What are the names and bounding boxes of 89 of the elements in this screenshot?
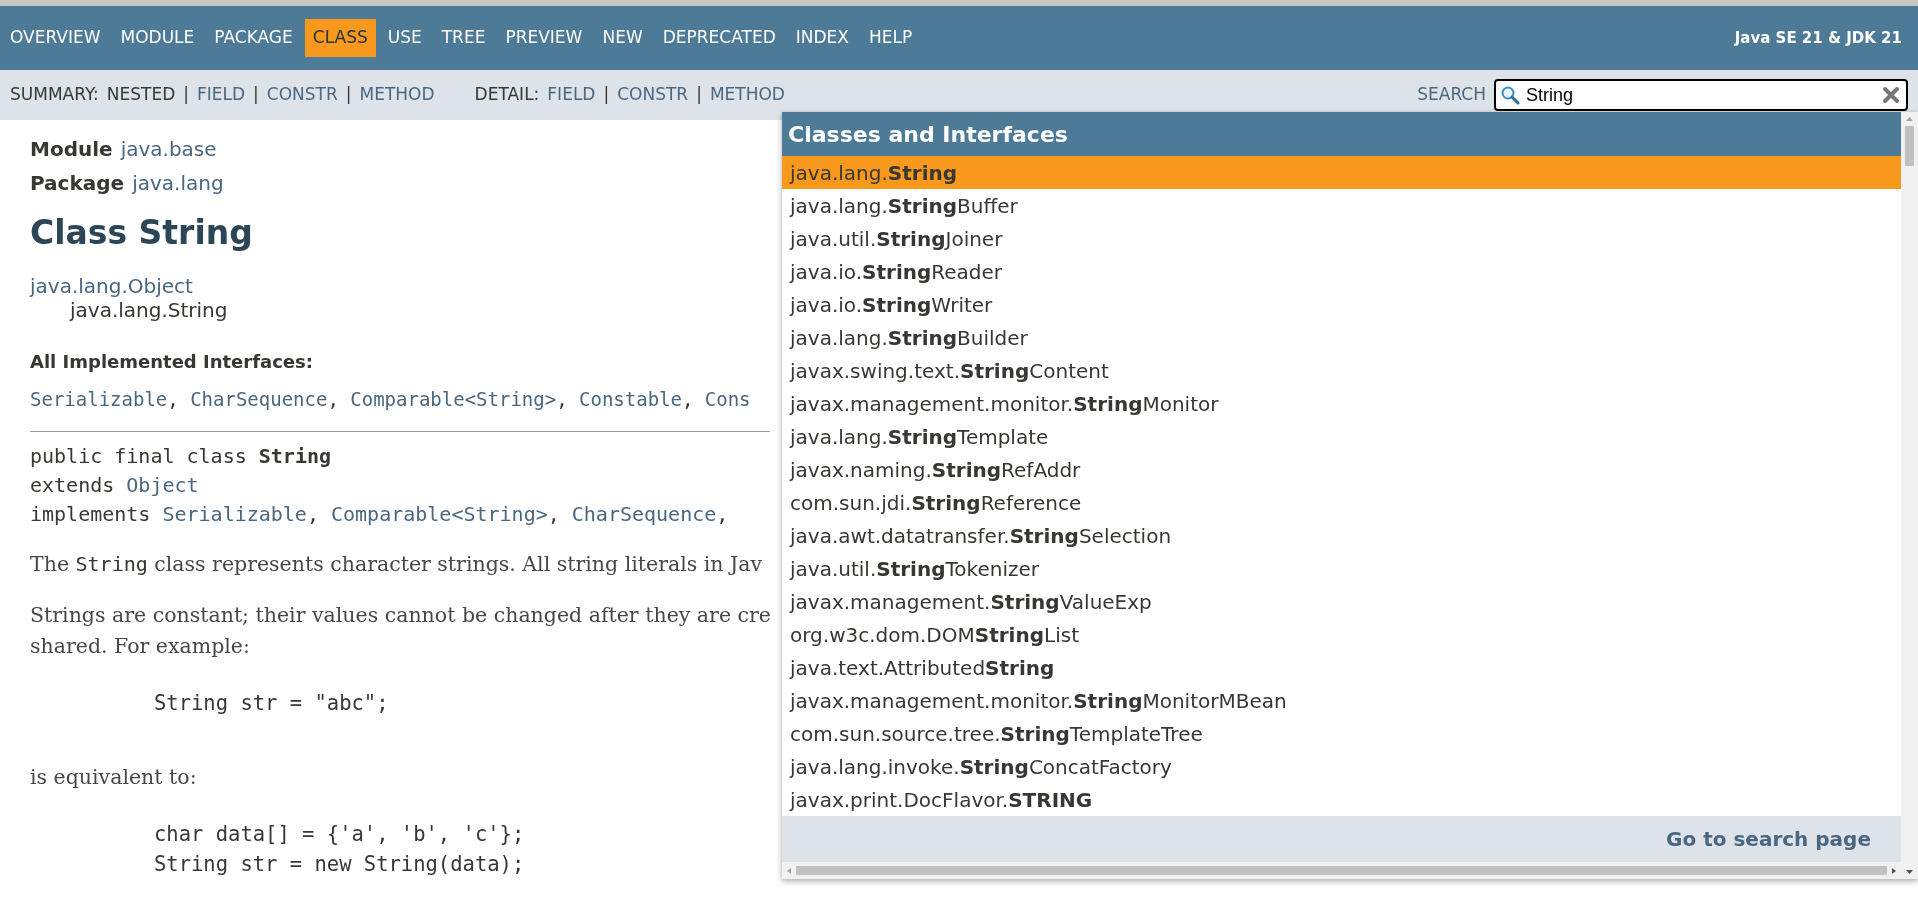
code-line: char data[] = {'a', 'b', 'c'}; (154, 821, 525, 848)
code-text: , (306, 501, 319, 528)
package-link[interactable]: java.lang (132, 168, 224, 198)
search-result[interactable]: java.io.StringWriter (782, 288, 1901, 321)
type-link[interactable]: Serializable (162, 500, 307, 529)
search-result[interactable]: java.lang.String (782, 156, 1901, 189)
search-page-link[interactable]: Go to search page (1666, 824, 1871, 854)
interfaces-heading: All Implemented Interfaces: (30, 349, 314, 374)
nav-link[interactable]: CONSTR (617, 82, 689, 108)
separator: | (603, 83, 610, 107)
nav-link[interactable]: FIELD (547, 82, 596, 108)
module-label: Module (30, 136, 113, 163)
search-result[interactable]: java.lang.StringBuffer (782, 189, 1901, 222)
nav-tab[interactable]: PACKAGE (206, 19, 301, 57)
nav-tab[interactable]: CLASS (304, 19, 376, 57)
search-result[interactable]: java.util.StringJoiner (782, 222, 1901, 255)
nav-link[interactable]: CONSTR (266, 82, 338, 108)
nav-tab[interactable]: NEW (594, 19, 651, 57)
code-line: String str = "abc"; (154, 690, 389, 717)
search-result[interactable]: java.lang.StringTemplate (782, 420, 1901, 453)
horizontal-scrollbar[interactable] (782, 862, 1901, 879)
search-result[interactable]: java.lang.invoke.StringConcatFactory (782, 750, 1901, 783)
nav-label: SUMMARY: (10, 83, 99, 107)
search-result[interactable]: javax.management.monitor.StringMonitorMBean (782, 684, 1901, 717)
search-result[interactable]: com.sun.jdi.StringReference (782, 486, 1901, 519)
search-result[interactable]: com.sun.source.tree.StringTemplateTree (782, 717, 1901, 750)
nav-tab[interactable]: INDEX (787, 19, 857, 57)
paragraph: Strings are constant; their values cannot be changed after they are cre shared. For example: (30, 602, 770, 660)
search-field[interactable]: String (1494, 79, 1908, 111)
nav-tab[interactable]: HELP (860, 19, 921, 57)
search-result[interactable]: java.io.StringReader (782, 255, 1901, 288)
code-text: extends (30, 472, 115, 499)
nav-tab[interactable]: TREE (433, 19, 494, 57)
paragraph: The String class represents character strings. All string literals in Jav (30, 551, 764, 578)
clear-button[interactable] (1882, 86, 1900, 104)
type-link[interactable]: Comparable<String> (330, 500, 548, 529)
nav-link[interactable]: METHOD (709, 82, 785, 108)
type-link[interactable]: Comparable<String> (350, 384, 557, 413)
scrollbar-thumb[interactable] (796, 866, 1887, 875)
code-text: public final class String (30, 443, 332, 470)
type-link[interactable]: Cons (704, 384, 751, 413)
nav-tab[interactable]: MODULE (112, 19, 203, 57)
class-title: Class String (30, 212, 254, 254)
search-result[interactable]: javax.naming.StringRefAddr (782, 453, 1901, 486)
module-link[interactable]: java.base (120, 134, 217, 164)
nav-label: DETAIL: (474, 83, 540, 107)
separator: | (183, 83, 189, 107)
separator: | (253, 83, 259, 107)
code-text: , (327, 386, 339, 412)
code-text: , (556, 386, 568, 412)
code-text: implements (30, 501, 151, 528)
type-link[interactable]: CharSequence (571, 500, 717, 529)
nav-tab[interactable]: OVERVIEW (2, 19, 109, 57)
code-text: , (716, 501, 729, 528)
separator: | (345, 83, 352, 107)
type-link[interactable]: Object (126, 471, 199, 500)
search-result[interactable]: java.awt.datatransfer.StringSelection (782, 519, 1901, 552)
search-icon (1500, 85, 1520, 105)
search-result[interactable]: java.util.StringTokenizer (782, 552, 1901, 585)
nav-tab[interactable]: PREVIEW (497, 19, 591, 57)
class-name: java.lang.String (70, 297, 228, 322)
version-label: Java SE 21 & JDK 21 (1734, 27, 1902, 49)
type-link[interactable]: Constable (579, 384, 682, 413)
paragraph: is equivalent to: (30, 764, 198, 791)
search-result[interactable]: java.text.AttributedString (782, 651, 1901, 684)
search-label: SEARCH (1417, 83, 1486, 107)
nav-link[interactable]: FIELD (197, 82, 246, 108)
superclass-link[interactable]: java.lang.Object (30, 273, 193, 298)
scrollbar-thumb[interactable] (1905, 126, 1914, 166)
separator: | (696, 83, 702, 107)
search-result[interactable]: javax.management.monitor.StringMonitor (782, 387, 1901, 420)
code-text: , (547, 501, 560, 528)
type-link[interactable]: CharSequence (190, 384, 328, 413)
search-result[interactable]: org.w3c.dom.DOMStringList (782, 618, 1901, 651)
code-line: String str = new String(data); (154, 851, 525, 878)
nav-tab[interactable]: DEPRECATED (654, 19, 784, 57)
search-result[interactable]: javax.print.DocFlavor.STRING (782, 783, 1901, 816)
search-result[interactable]: javax.swing.text.StringContent (782, 354, 1901, 387)
vertical-scrollbar[interactable] (1901, 112, 1918, 879)
search-result[interactable]: javax.management.StringValueExp (782, 585, 1901, 618)
nav-text: NESTED (106, 83, 176, 107)
package-label: Package (30, 170, 125, 197)
results-heading: Classes and Interfaces (782, 112, 1901, 156)
search-result[interactable]: java.lang.StringBuilder (782, 321, 1901, 354)
nav-link[interactable]: METHOD (359, 82, 435, 108)
nav-tab[interactable]: USE (379, 19, 430, 57)
code-text: , (681, 386, 694, 412)
code-text: , (167, 386, 179, 412)
type-link[interactable]: Serializable (30, 384, 168, 413)
